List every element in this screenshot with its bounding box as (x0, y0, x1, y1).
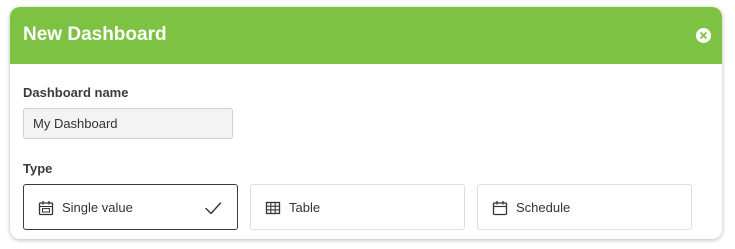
type-option-table[interactable]: Table (250, 184, 465, 230)
calendar-icon (492, 201, 508, 216)
calendar-single-icon (38, 201, 54, 216)
type-option-label: Single value (62, 200, 133, 215)
dashboard-name-label: Dashboard name (23, 85, 129, 100)
type-option-label: Table (289, 200, 321, 215)
type-label: Type (23, 161, 53, 176)
type-option-single-value[interactable]: Single value (23, 184, 238, 230)
close-icon (700, 32, 707, 39)
dialog-header: New Dashboard (10, 7, 722, 64)
dashboard-name-input[interactable] (23, 108, 233, 139)
type-option-schedule[interactable]: Schedule (477, 184, 692, 230)
close-button[interactable] (696, 28, 711, 43)
type-option-label: Schedule (516, 200, 571, 215)
dialog-title: New Dashboard (23, 24, 167, 45)
checkmark-icon (205, 202, 222, 215)
new-dashboard-dialog: New Dashboard Dashboard name Type Single… (10, 7, 722, 239)
table-icon (265, 201, 281, 215)
